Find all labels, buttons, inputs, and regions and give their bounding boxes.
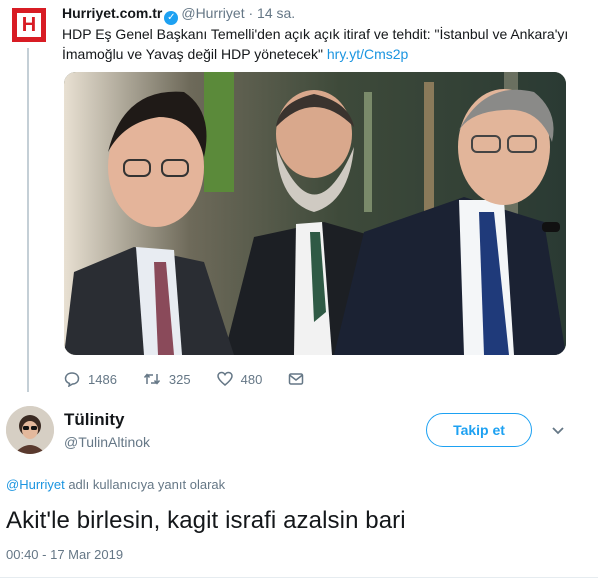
verified-badge-icon: ✓ — [164, 11, 179, 25]
news-photo[interactable] — [64, 72, 566, 355]
news-photo-image — [64, 72, 566, 355]
parent-tweet-body: HDP Eş Genel Başkanı Temelli'den açık aç… — [62, 26, 569, 62]
like-count: 480 — [240, 371, 263, 387]
reply-user-avatar[interactable] — [6, 406, 54, 454]
parent-handle[interactable]: @Hurriyet — [181, 5, 244, 21]
reply-to-mention[interactable]: @Hurriyet — [6, 477, 65, 492]
parent-tweet-link[interactable]: hry.yt/Cms2p — [327, 46, 408, 62]
parent-display-name[interactable]: Hurriyet.com.tr — [62, 5, 162, 21]
avatar-photo — [6, 406, 54, 454]
message-icon — [289, 373, 304, 385]
message-action[interactable] — [288, 371, 312, 387]
retweet-action[interactable]: 325 — [143, 371, 191, 387]
reply-handle[interactable]: @TulinAltinok — [64, 434, 150, 450]
parent-tweet-header: Hurriyet.com.tr ✓ @Hurriyet · 14 sa. — [62, 4, 295, 25]
like-icon — [216, 371, 233, 386]
header-separator: · — [248, 5, 254, 21]
reply-icon — [64, 372, 80, 387]
like-action[interactable]: 480 — [216, 371, 263, 387]
chevron-down-icon[interactable] — [551, 426, 565, 436]
hurriyet-logo-avatar[interactable]: H — [12, 8, 46, 42]
reply-context: @Hurriyet adlı kullanıcıya yanıt olarak — [6, 477, 225, 492]
hurriyet-logo: H — [17, 13, 41, 37]
divider — [0, 577, 598, 578]
reply-action[interactable]: 1486 — [64, 371, 117, 387]
reply-count: 1486 — [88, 371, 117, 387]
reply-tweet-text: Akit'le birlesin, kagit israfi azalsin b… — [6, 507, 406, 534]
follow-button[interactable]: Takip et — [426, 413, 532, 447]
retweet-count: 325 — [168, 371, 191, 387]
reply-display-name[interactable]: Tülinity — [64, 410, 124, 430]
parent-tweet-text: HDP Eş Genel Başkanı Temelli'den açık aç… — [62, 24, 582, 64]
reply-to-text: adlı kullanıcıya yanıt olarak — [68, 477, 226, 492]
retweet-icon — [143, 373, 160, 385]
parent-tweet-actions: 1486 325 480 — [64, 368, 338, 390]
thread-connector-line — [27, 48, 29, 392]
parent-time[interactable]: 14 sa. — [257, 5, 295, 21]
reply-timestamp[interactable]: 00:40 - 17 Mar 2019 — [6, 547, 123, 562]
